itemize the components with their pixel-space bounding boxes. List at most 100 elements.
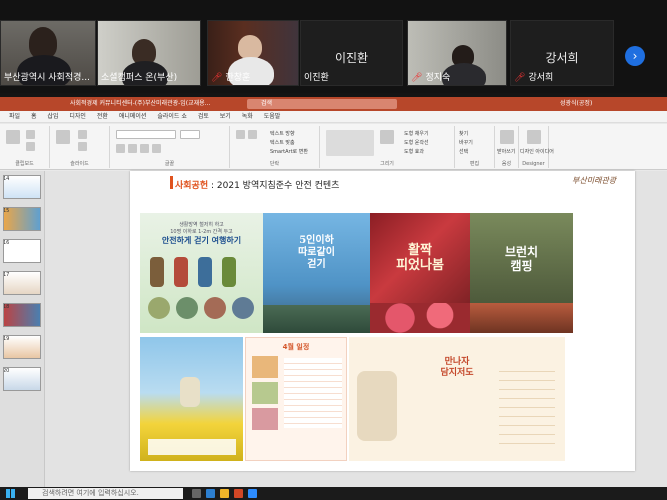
tent-image	[470, 303, 573, 333]
tab-review[interactable]: 검토	[198, 113, 209, 120]
muted-mic-icon: 🎤︎	[411, 73, 423, 83]
powerpoint-icon[interactable]	[234, 489, 243, 498]
copy-icon[interactable]	[26, 142, 35, 151]
text-align-button[interactable]: 텍스트 맞춤	[270, 139, 295, 146]
video-tile[interactable]: 이진환 이진환	[300, 20, 403, 86]
tab-insert[interactable]: 삽입	[47, 113, 58, 120]
strikethrough-icon[interactable]	[152, 144, 161, 153]
search-box[interactable]: 검색	[247, 99, 397, 109]
layout-icon[interactable]	[78, 130, 87, 139]
tab-view[interactable]: 보기	[220, 113, 231, 120]
task-view-icon[interactable]	[192, 489, 201, 498]
participant-name-large: 이진환	[334, 51, 369, 65]
video-tile[interactable]: 부산광역시 사회적경...	[0, 20, 96, 86]
poster-spring-blooms: 활짝 피었나봄	[370, 213, 470, 333]
arrange-icon[interactable]	[380, 130, 394, 144]
group-label: Designer	[522, 161, 545, 167]
video-tile[interactable]: 🎤︎ 한창훈	[207, 20, 299, 86]
slide-thumbnail[interactable]: 16	[3, 239, 41, 263]
tab-transitions[interactable]: 전환	[97, 113, 108, 120]
participant-name: 소셜캠퍼스 온(부산)	[101, 73, 178, 83]
smartart-button[interactable]: SmartArt로 변환	[270, 148, 308, 155]
tab-record[interactable]: 녹화	[242, 113, 253, 120]
taskbar-search-input[interactable]: 검색하려면 여기에 입력하십시오.	[28, 488, 183, 499]
tab-file[interactable]: 파일	[9, 113, 20, 120]
poster-safe-walk: 생활방역 철저히 하고 10명 이하로 1-2m 간격 두고 안전하게 걷기 여…	[140, 213, 263, 333]
poster-may-map: 만나자 담지저도	[349, 337, 565, 461]
tab-slideshow[interactable]: 슬라이드 쇼	[157, 113, 187, 120]
bold-icon[interactable]	[116, 144, 125, 153]
numbering-icon[interactable]	[248, 130, 257, 139]
shape-outline-button[interactable]: 도형 윤곽선	[404, 139, 429, 146]
video-tile[interactable]: 강서희 🎤︎ 강서희	[510, 20, 614, 86]
underline-icon[interactable]	[140, 144, 149, 153]
microphone-icon[interactable]	[500, 130, 514, 144]
windows-start-icon[interactable]	[6, 489, 15, 498]
slide-thumbnail[interactable]: 18	[3, 303, 41, 327]
hiker-illustration	[150, 257, 164, 287]
poster-title: 안전하게 걷기 여행하기	[161, 236, 242, 245]
new-slide-icon[interactable]	[56, 130, 70, 144]
participant-name-large: 강서희	[545, 51, 579, 65]
map-shape	[357, 371, 397, 441]
folder-icon[interactable]	[220, 489, 229, 498]
cut-icon[interactable]	[26, 130, 35, 139]
slide-title-text: : 2021 방역지침준수 안전 컨텐츠	[211, 181, 340, 191]
photo-circle	[148, 297, 170, 319]
current-slide[interactable]: 사회공헌 : 2021 방역지침준수 안전 컨텐츠 부산미래관광 생활방역 철저…	[130, 171, 635, 471]
video-tile[interactable]: 🎤︎ 정지숙	[407, 20, 507, 86]
paragraph-group: 텍스트 방향 텍스트 맞춤 SmartArt로 변환 단락	[230, 126, 320, 168]
photo-circle	[204, 297, 226, 319]
font-size-select[interactable]	[180, 130, 200, 139]
group-label: 그리기	[380, 161, 394, 167]
designer-icon[interactable]	[527, 130, 541, 144]
ribbon: 클립보드 슬라이드 글꼴 텍스트 방향 텍스트 맞춤 SmartArt로 변환 …	[0, 124, 667, 170]
schedule-table	[284, 358, 342, 428]
poster-sunflower	[140, 337, 243, 461]
slide-thumbnail[interactable]: 17	[3, 271, 41, 295]
poster-april-schedule: 4월 일정	[245, 337, 347, 461]
slide-thumbnail[interactable]: 15	[3, 207, 41, 231]
video-tile[interactable]: 소셜캠퍼스 온(부산)	[97, 20, 201, 86]
shape-fill-button[interactable]: 도형 채우기	[404, 130, 429, 137]
slide-thumbnail[interactable]: 14	[3, 175, 41, 199]
reset-icon[interactable]	[78, 142, 87, 151]
schedule-list	[499, 363, 555, 447]
person-figure	[180, 377, 200, 407]
dictate-button[interactable]: 받아쓰기	[497, 148, 515, 155]
user-name[interactable]: 성광식(공정)	[560, 97, 592, 111]
schedule-photo	[252, 408, 278, 430]
slide-canvas: 사회공헌 : 2021 방역지침준수 안전 컨텐츠 부산미래관광 생활방역 철저…	[45, 171, 667, 491]
edge-icon[interactable]	[206, 489, 215, 498]
participant-name: 🎤︎ 정지숙	[411, 73, 451, 83]
tab-help[interactable]: 도움말	[264, 113, 281, 120]
drawing-group: 도형 채우기 도형 윤곽선 도형 효과 그리기	[320, 126, 455, 168]
tab-animations[interactable]: 애니메이션	[119, 113, 147, 120]
text-direction-button[interactable]: 텍스트 방향	[270, 130, 295, 137]
designer-group: 디자인 아이디어 Designer	[519, 126, 554, 168]
group-label: 음성	[501, 161, 512, 167]
font-family-select[interactable]	[116, 130, 176, 139]
italic-icon[interactable]	[128, 144, 137, 153]
slide-thumbnail-pane: 14 15 16 17 18 19 20	[0, 171, 45, 491]
shape-effects-button[interactable]: 도형 효과	[404, 148, 424, 155]
tab-home[interactable]: 홈	[31, 113, 37, 120]
bullets-icon[interactable]	[236, 130, 245, 139]
slide-title: 사회공헌 : 2021 방역지침준수 안전 컨텐츠	[175, 178, 339, 191]
tab-design[interactable]: 디자인	[69, 113, 86, 120]
slide-thumbnail[interactable]: 19	[3, 335, 41, 359]
paste-icon[interactable]	[6, 130, 20, 144]
slide-thumbnail[interactable]: 20	[3, 367, 41, 391]
replace-button[interactable]: 바꾸기	[459, 139, 473, 146]
group-label: 슬라이드	[70, 161, 89, 167]
select-button[interactable]: 선택	[459, 148, 468, 155]
group-label: 단락	[269, 161, 280, 167]
harbor-image	[263, 305, 370, 333]
voice-group: 받아쓰기 음성	[495, 126, 519, 168]
zoom-icon[interactable]	[248, 489, 257, 498]
design-ideas-button[interactable]: 디자인 아이디어	[520, 148, 554, 155]
title-bar: 사회적경제 커뮤니티센터-(주)부산미래관광-임(교재용... 검색 성광식(공…	[0, 97, 667, 111]
shapes-gallery[interactable]	[326, 130, 374, 156]
chevron-right-icon[interactable]: ›	[625, 46, 645, 66]
find-button[interactable]: 찾기	[459, 130, 468, 137]
